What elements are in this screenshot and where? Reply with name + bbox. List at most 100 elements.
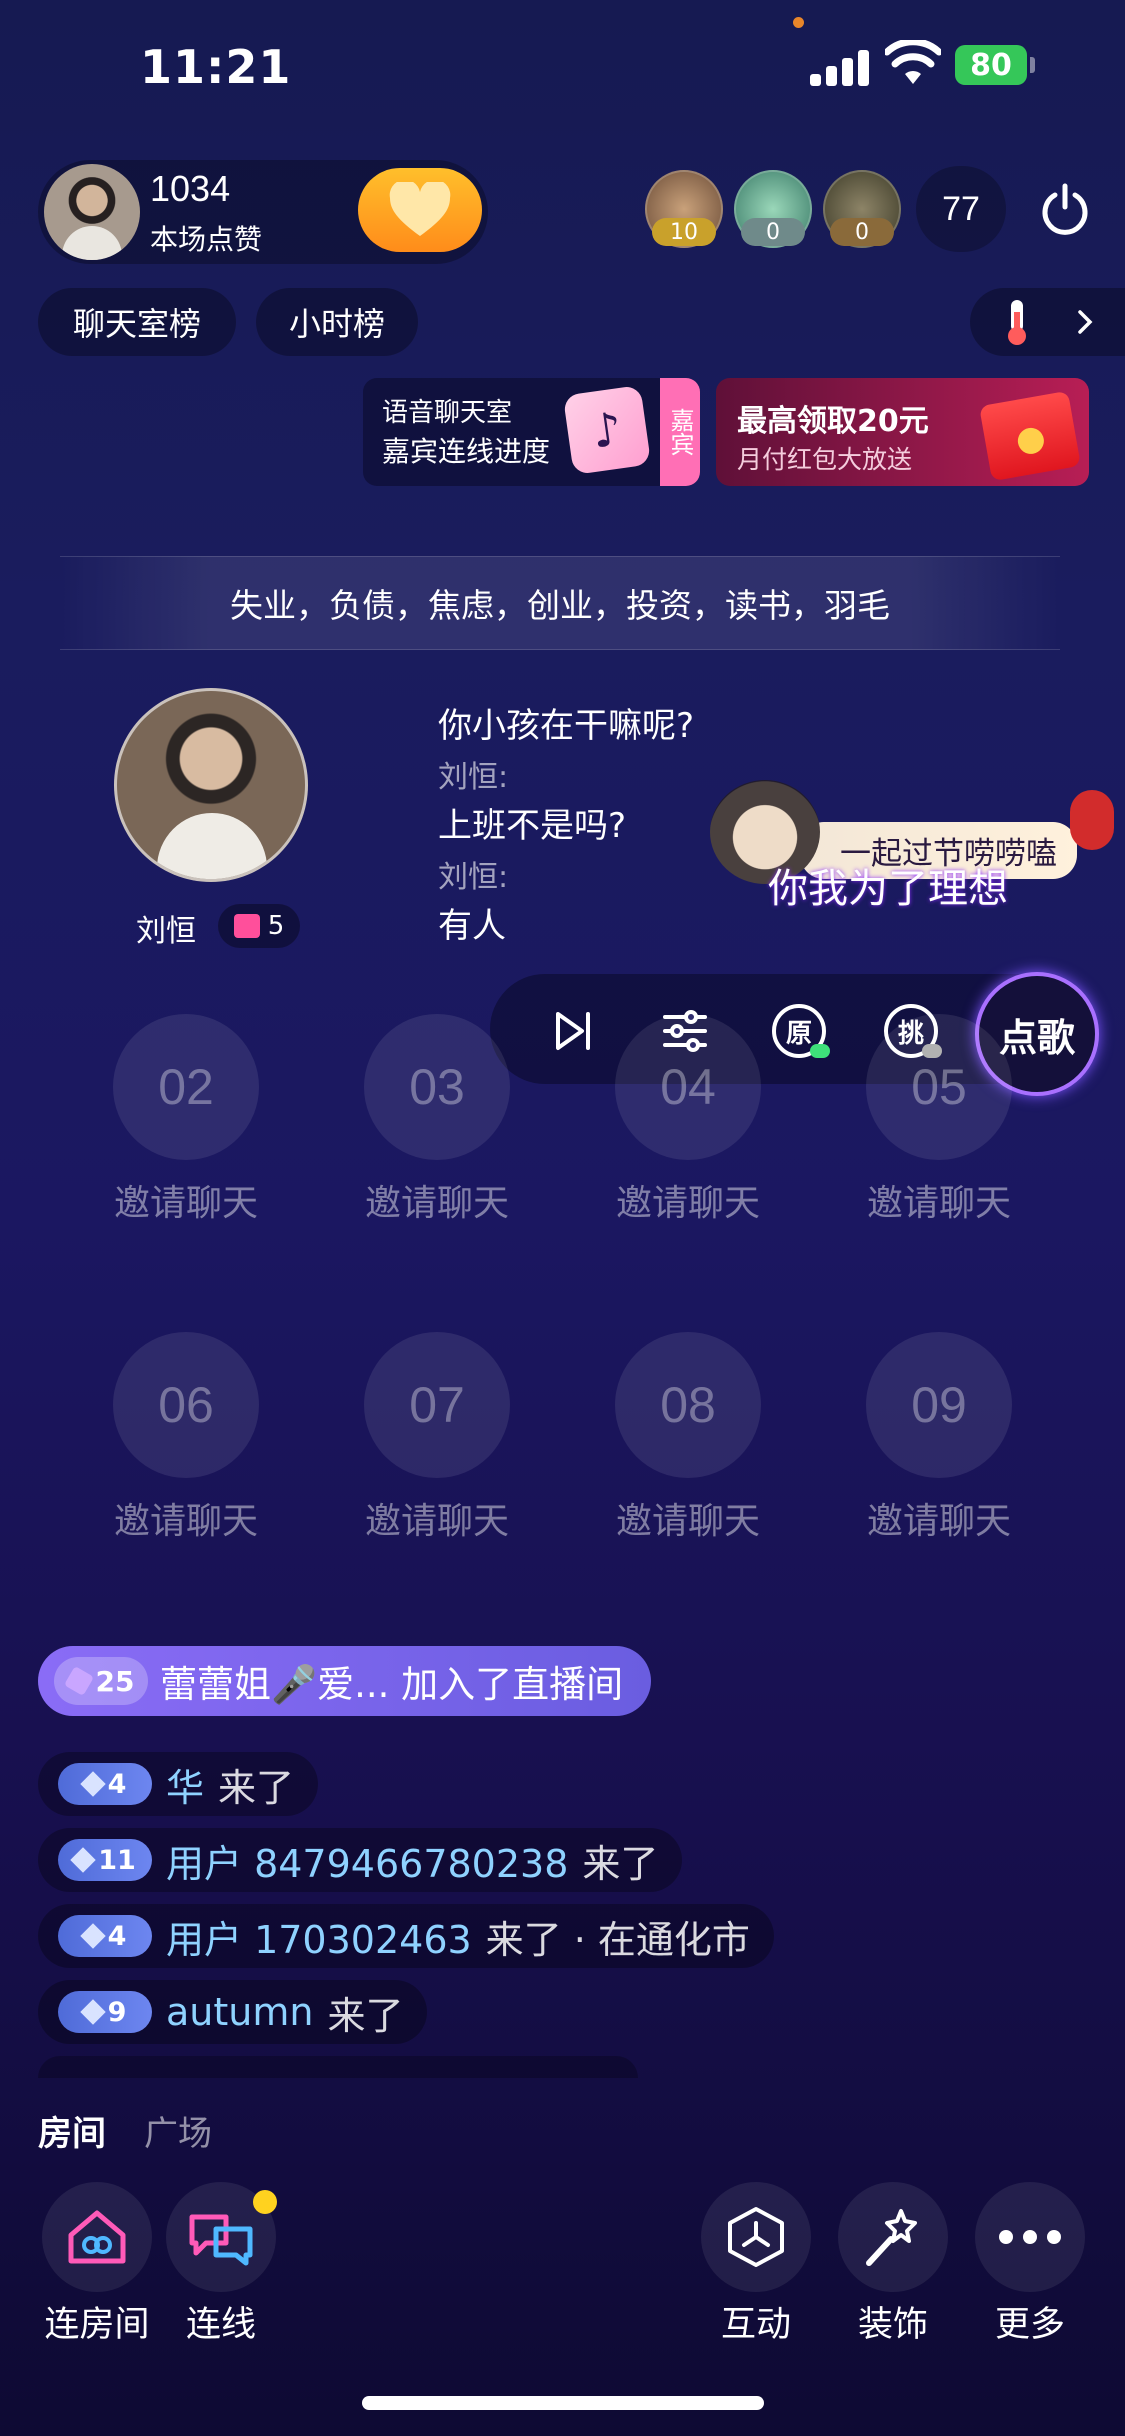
red-packet-icon: [979, 390, 1081, 482]
chat-message-row[interactable]: 9 autumn 来了: [38, 1980, 428, 2044]
chat-message-row[interactable]: 11 用户 8479466780238 来了: [38, 1828, 683, 1892]
tab-room[interactable]: 房间: [38, 2106, 106, 2155]
skip-next-icon: [556, 1012, 590, 1050]
chat-text: 来了 · 在通化市: [485, 1917, 750, 1962]
top-viewer-badge-1: 10: [652, 218, 716, 246]
heart-icon: [389, 182, 451, 236]
chat-username[interactable]: 用户 8479466780238: [166, 1833, 568, 1888]
chat-message-row[interactable]: 4 华 来了: [38, 1752, 319, 1816]
mic-seat[interactable]: 07: [364, 1332, 510, 1478]
gift-icon: [233, 914, 260, 938]
hexagon-icon: [63, 1665, 94, 1697]
connect-room-button[interactable]: [42, 2182, 152, 2292]
original-vocal-toggle[interactable]: 原: [764, 996, 834, 1066]
user-level-badge: 9: [58, 1991, 152, 2033]
interact-label: 互动: [720, 2305, 791, 2345]
mic-seat[interactable]: 09: [866, 1332, 1012, 1478]
chat-username[interactable]: 用户 170302463: [166, 1909, 472, 1964]
chatroom-rank-tab[interactable]: 聊天室榜: [38, 288, 236, 356]
voice-room-title: 语音聊天室: [382, 398, 513, 428]
interact-button[interactable]: [701, 2182, 811, 2292]
chat-username[interactable]: autumn: [166, 1990, 313, 2034]
battery-indicator: 80: [955, 45, 1027, 85]
cellular-signal-icon: [810, 46, 870, 86]
user-level-badge: 11: [58, 1839, 152, 1881]
magic-wand-icon: [866, 2209, 917, 2266]
user-level-badge: 4: [58, 1915, 152, 1957]
host-avatar[interactable]: [44, 164, 140, 260]
chevron-right-icon: [1078, 310, 1093, 334]
lantern-icon: [1070, 790, 1114, 850]
join-notification[interactable]: 25 蕾蕾姐🎤爱... 加入了直播间: [38, 1646, 652, 1716]
chat-message-row[interactable]: 4 用户 170302463 来了 · 在通化市: [38, 1904, 774, 1968]
guest-connect-progress: 嘉宾连线进度: [382, 435, 551, 468]
hourly-rank-tab[interactable]: 小时榜: [256, 288, 418, 356]
mic-seat[interactable]: 02: [113, 1014, 259, 1160]
speaker-avatar[interactable]: [114, 688, 308, 882]
battery-tip: [1030, 57, 1035, 73]
invite-chat-label[interactable]: 邀请聊天: [76, 1492, 296, 1544]
chat-line: 你小孩在干嘛呢?: [438, 706, 695, 746]
privacy-indicator-dot: [793, 17, 804, 28]
invite-chat-label[interactable]: 邀请聊天: [76, 1174, 296, 1226]
host-likes-label: 本场点赞: [150, 223, 263, 256]
follow-heart-button[interactable]: [358, 168, 482, 252]
next-song-button[interactable]: [538, 996, 608, 1066]
connect-room-label: 连房间: [44, 2305, 150, 2345]
chat-username[interactable]: 华: [166, 1757, 204, 1812]
thermometer-icon: [1008, 300, 1026, 345]
chat-bubbles-icon: [189, 2214, 253, 2266]
more-label: 更多: [994, 2305, 1065, 2345]
chat-text: 来了: [218, 1765, 295, 1810]
room-topic: 失业，负债，焦虑，创业，投资，读书，羽毛: [60, 556, 1060, 650]
chat-line-author: 刘恒:: [438, 860, 509, 895]
chat-line-author: 刘恒:: [438, 760, 509, 795]
invite-chat-label[interactable]: 邀请聊天: [829, 1174, 1049, 1226]
diamond-icon: [79, 1771, 106, 1797]
viewer-count[interactable]: 77: [916, 166, 1006, 252]
invite-chat-label[interactable]: 邀请聊天: [327, 1492, 547, 1544]
speaker-gift-count[interactable]: 5: [218, 904, 300, 948]
red-packet-subtitle: 月付红包大放送: [737, 445, 913, 474]
mic-seat[interactable]: 05: [866, 1014, 1012, 1160]
invite-chat-label[interactable]: 邀请聊天: [578, 1492, 798, 1544]
join-text: 蕾蕾姐🎤爱... 加入了直播间: [160, 1663, 624, 1706]
power-icon: [1042, 183, 1088, 235]
home-indicator[interactable]: [362, 2396, 764, 2410]
more-dots-icon: [999, 2230, 1061, 2244]
notification-dot: [253, 2190, 277, 2214]
top-viewer-badge-2: 0: [741, 218, 805, 246]
status-time: 11:21: [140, 40, 292, 94]
mic-seat[interactable]: 06: [113, 1332, 259, 1478]
diamond-icon: [79, 1999, 106, 2025]
tab-plaza[interactable]: 广场: [144, 2106, 212, 2155]
wifi-icon: [885, 40, 941, 84]
connect-label: 连线: [185, 2305, 256, 2345]
mic-seat[interactable]: 04: [615, 1014, 761, 1160]
decorate-button[interactable]: [838, 2182, 948, 2292]
invite-chat-label[interactable]: 邀请聊天: [829, 1492, 1049, 1544]
user-level-badge: 4: [58, 1763, 152, 1805]
red-packet-title: 最高领取20元: [737, 404, 929, 439]
speaker-name: 刘恒: [136, 914, 196, 949]
chat-line: 上班不是吗?: [438, 806, 627, 846]
heat-indicator[interactable]: [970, 288, 1125, 356]
chat-text: 来了: [327, 1993, 404, 2038]
guest-tag: 嘉宾: [660, 378, 700, 486]
current-lyric-line: 你我为了理想: [768, 866, 1008, 912]
invite-chat-label[interactable]: 邀请聊天: [578, 1174, 798, 1226]
chat-row-partial: [38, 2056, 638, 2078]
chat-text: 来了: [582, 1841, 659, 1886]
level-badge: 25: [54, 1657, 148, 1705]
cube-icon: [728, 2207, 784, 2267]
decorate-label: 装饰: [857, 2305, 928, 2345]
exit-button[interactable]: [1026, 170, 1104, 248]
mic-seat[interactable]: 03: [364, 1014, 510, 1160]
host-likes-count: 1034: [150, 168, 231, 209]
diamond-icon: [70, 1847, 96, 1873]
invite-chat-label[interactable]: 邀请聊天: [327, 1174, 547, 1226]
more-button[interactable]: [975, 2182, 1085, 2292]
mic-seat[interactable]: 08: [615, 1332, 761, 1478]
house-link-icon: [68, 2210, 126, 2264]
music-note-icon: ♪: [562, 384, 652, 476]
